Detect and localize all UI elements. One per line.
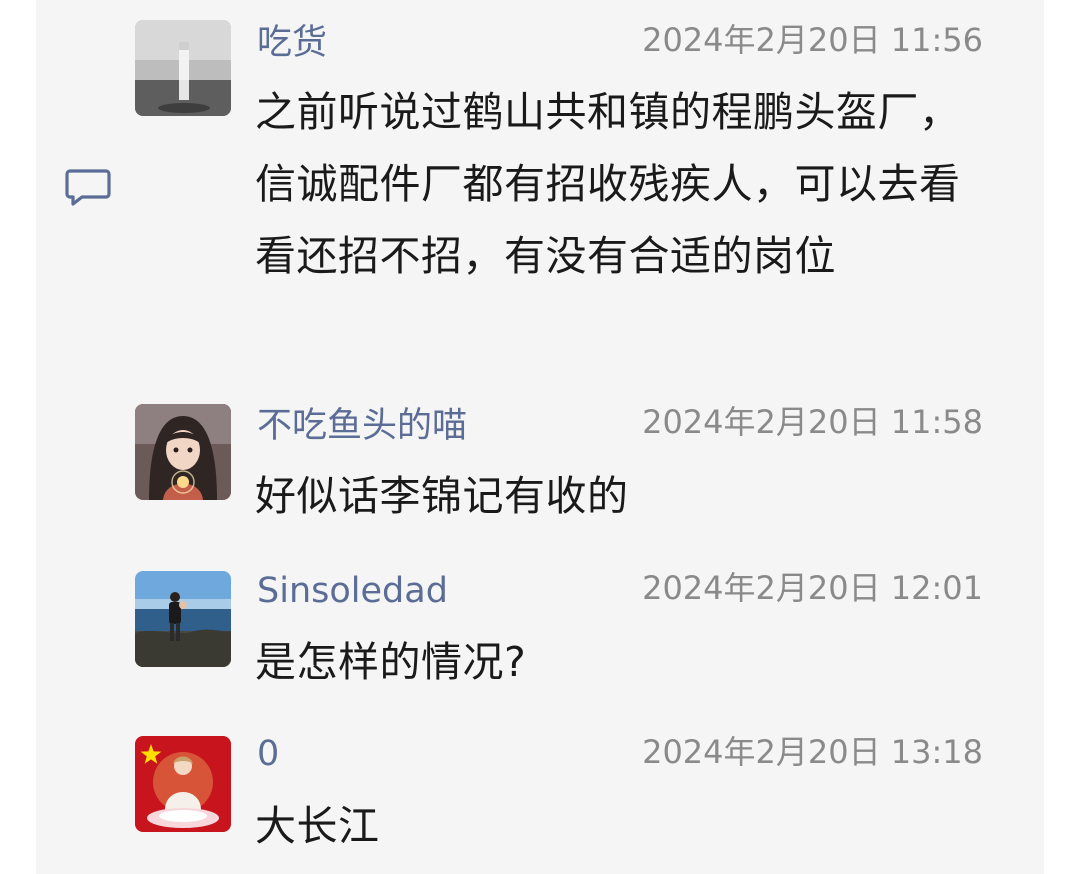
comment-author[interactable]: 不吃鱼头的喵 (257, 404, 467, 448)
comment-text: 是怎样的情况? (255, 638, 527, 686)
comment-timestamp: 2024年2月20日 13:18 (642, 733, 983, 771)
comment-text: 好似话李锦记有收的 (255, 472, 629, 520)
girl-illustration-avatar[interactable] (135, 404, 231, 500)
comment-timestamp: 2024年2月20日 11:56 (642, 21, 983, 59)
cigarette-photo-avatar[interactable] (135, 20, 231, 116)
seaside-photo-avatar[interactable] (135, 571, 231, 667)
comment-icon[interactable] (64, 167, 112, 207)
flag-meditation-avatar[interactable] (135, 736, 231, 832)
comment-timestamp: 2024年2月20日 11:58 (642, 403, 983, 441)
comment-timestamp: 2024年2月20日 12:01 (642, 569, 983, 607)
comment-text: 之前听说过鹤山共和镇的程鹏头盔厂，信诚配件厂都有招收残疾人，可以去看看还招不招，… (255, 88, 961, 280)
comment-author[interactable]: Sinsoledad (257, 569, 448, 613)
comment-text: 大长江 (255, 802, 380, 850)
comment-author[interactable]: 0 (257, 732, 279, 776)
comment-author[interactable]: 吃货 (257, 21, 327, 65)
